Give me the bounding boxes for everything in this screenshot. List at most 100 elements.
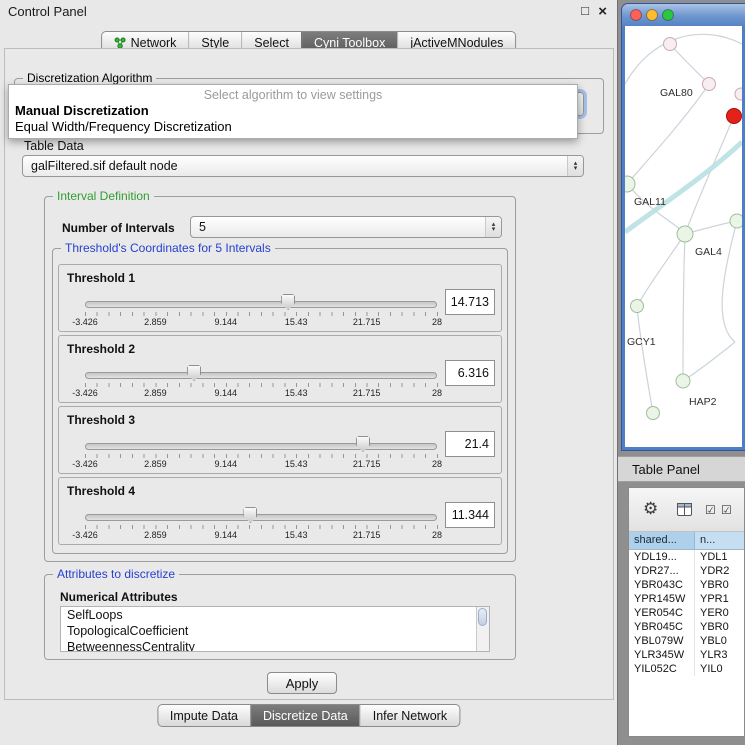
table-row[interactable]: YIL052C YIL0 — [629, 662, 744, 676]
network-node[interactable] — [703, 78, 716, 91]
combo-stepper-icon[interactable]: ▴ ▾ — [485, 217, 501, 237]
node-label: GAL11 — [634, 196, 666, 208]
network-node[interactable] — [735, 88, 742, 100]
threshold-1-label: Threshold 1 — [67, 271, 135, 285]
network-window-titlebar[interactable] — [622, 4, 745, 26]
columns-icon[interactable] — [677, 503, 692, 516]
tick-label: 2.859 — [144, 317, 167, 327]
threshold-3-slider-track[interactable] — [85, 443, 437, 450]
scrollbar-thumb[interactable] — [478, 608, 487, 626]
tick-label: -3.426 — [72, 530, 98, 540]
tick-label: 15.43 — [285, 388, 308, 398]
close-icon[interactable]: × — [598, 3, 607, 20]
table-row[interactable]: YPR145W YPR1 — [629, 592, 744, 606]
apply-button[interactable]: Apply — [267, 672, 337, 694]
table-row[interactable]: YDL19... YDL1 — [629, 550, 744, 564]
number-of-intervals-value: 5 — [191, 220, 485, 234]
network-node[interactable] — [625, 176, 635, 192]
numerical-attributes-label: Numerical Attributes — [60, 590, 178, 604]
column-header-name[interactable]: n... — [695, 532, 744, 549]
column-header-shared[interactable]: shared... — [629, 532, 695, 549]
list-item[interactable]: SelfLoops — [61, 607, 489, 623]
tab-infer-network[interactable]: Infer Network — [360, 705, 459, 726]
tab-discretize-data[interactable]: Discretize Data — [250, 705, 360, 726]
tick-label: -3.426 — [72, 388, 98, 398]
table-panel-title: Table Panel — [632, 462, 700, 477]
threshold-2-scale: -3.426 2.859 9.144 15.43 21.715 28 — [85, 388, 437, 399]
table-row[interactable]: YLR345W YLR3 — [629, 648, 744, 662]
attributes-group-title: Attributes to discretize — [53, 567, 179, 581]
threshold-1-scale: -3.426 2.859 9.144 15.43 21.715 28 — [85, 317, 437, 328]
thresholds-group-title: Threshold's Coordinates for 5 Intervals — [61, 241, 275, 255]
network-node[interactable] — [631, 300, 644, 313]
select-none-icon[interactable]: ☑ — [721, 503, 732, 517]
node-label: HAP2 — [689, 396, 717, 408]
float-window-icon[interactable]: □ — [581, 3, 589, 18]
table-row[interactable]: YBR045C YBR0 — [629, 620, 744, 634]
threshold-3-scale: -3.426 2.859 9.144 15.43 21.715 28 — [85, 459, 437, 470]
threshold-1-panel: Threshold 1 -3.426 2.859 9.144 15.43 21.… — [58, 264, 502, 332]
interval-definition-title: Interval Definition — [53, 189, 154, 203]
threshold-1-tick-marks — [85, 312, 438, 316]
tick-label: 21.715 — [353, 388, 381, 398]
table-row[interactable]: YER054C YER0 — [629, 606, 744, 620]
tick-label: 28 — [432, 459, 442, 469]
threshold-4-tick-marks — [85, 525, 438, 529]
dropdown-option-manual-discretization[interactable]: Manual Discretization — [9, 103, 577, 119]
table-toolbar: ⚙ ☑ ☑ — [629, 488, 744, 532]
threshold-1-slider-track[interactable] — [85, 301, 437, 308]
traffic-lights — [629, 9, 677, 21]
close-traffic-icon[interactable] — [631, 10, 642, 21]
algorithm-dropdown-list: Select algorithm to view settings Manual… — [8, 84, 578, 139]
network-node[interactable] — [647, 407, 660, 420]
tick-label: 9.144 — [215, 317, 238, 327]
list-item[interactable]: TopologicalCoefficient — [61, 623, 489, 639]
bottom-tabstrip: Impute Data Discretize Data Infer Networ… — [157, 704, 460, 727]
panel-title: Control Panel — [8, 4, 87, 19]
tick-label: -3.426 — [72, 459, 98, 469]
table-row[interactable]: YBL079W YBL0 — [629, 634, 744, 648]
tick-label: 28 — [432, 530, 442, 540]
tab-impute-data[interactable]: Impute Data — [158, 705, 250, 726]
network-node[interactable] — [676, 374, 690, 388]
threshold-4-value-field[interactable]: 11.344 — [445, 502, 495, 528]
attributes-scrollbar[interactable] — [476, 607, 489, 651]
threshold-4-label: Threshold 4 — [67, 484, 135, 498]
discretization-algorithm-group-title: Discretization Algorithm — [23, 71, 156, 85]
threshold-3-value-field[interactable]: 21.4 — [445, 431, 495, 457]
highlighted-edge[interactable] — [625, 142, 742, 232]
tick-label: 15.43 — [285, 317, 308, 327]
dropdown-placeholder: Select algorithm to view settings — [9, 87, 577, 103]
network-node[interactable] — [664, 38, 677, 51]
list-item[interactable]: BetweennessCentrality — [61, 639, 489, 652]
select-all-icon[interactable]: ☑ — [705, 503, 716, 517]
network-canvas[interactable]: GAL80 GAL11 GAL4 GCY1 HAP2 — [625, 26, 742, 447]
threshold-2-label: Threshold 2 — [67, 342, 135, 356]
threshold-1-value-field[interactable]: 14.713 — [445, 289, 495, 315]
table-body: YDL19... YDL1 YDR27... YDR2 YBR043C YBR0… — [629, 550, 744, 676]
gear-icon[interactable]: ⚙ — [643, 499, 658, 519]
attributes-list: SelfLoops TopologicalCoefficient Between… — [60, 606, 490, 652]
network-node[interactable] — [677, 226, 693, 242]
table-row[interactable]: YBR043C YBR0 — [629, 578, 744, 592]
screen: Control Panel □ × Network Style Select — [0, 0, 745, 745]
zoom-traffic-icon[interactable] — [663, 10, 674, 21]
dropdown-option-equal-width[interactable]: Equal Width/Frequency Discretization — [9, 119, 577, 135]
table-row[interactable]: YDR27... YDR2 — [629, 564, 744, 578]
table-panel-header[interactable]: Table Panel — [618, 456, 745, 482]
tick-label: 28 — [432, 388, 442, 398]
minimize-traffic-icon[interactable] — [647, 10, 658, 21]
node-label: GAL4 — [695, 246, 722, 258]
network-node-selected[interactable] — [727, 109, 742, 124]
table-data-combobox[interactable]: galFiltered.sif default node ▴ ▾ — [22, 155, 584, 177]
network-node[interactable] — [730, 214, 742, 228]
tick-label: 21.715 — [353, 317, 381, 327]
number-of-intervals-combobox[interactable]: 5 ▴ ▾ — [190, 216, 502, 238]
threshold-2-slider-track[interactable] — [85, 372, 437, 379]
tick-label: 2.859 — [144, 388, 167, 398]
number-of-intervals-label: Number of Intervals — [62, 221, 175, 235]
threshold-4-slider-track[interactable] — [85, 514, 437, 521]
table-data-label: Table Data — [24, 139, 84, 153]
combo-stepper-icon[interactable]: ▴ ▾ — [567, 156, 583, 176]
threshold-2-value-field[interactable]: 6.316 — [445, 360, 495, 386]
